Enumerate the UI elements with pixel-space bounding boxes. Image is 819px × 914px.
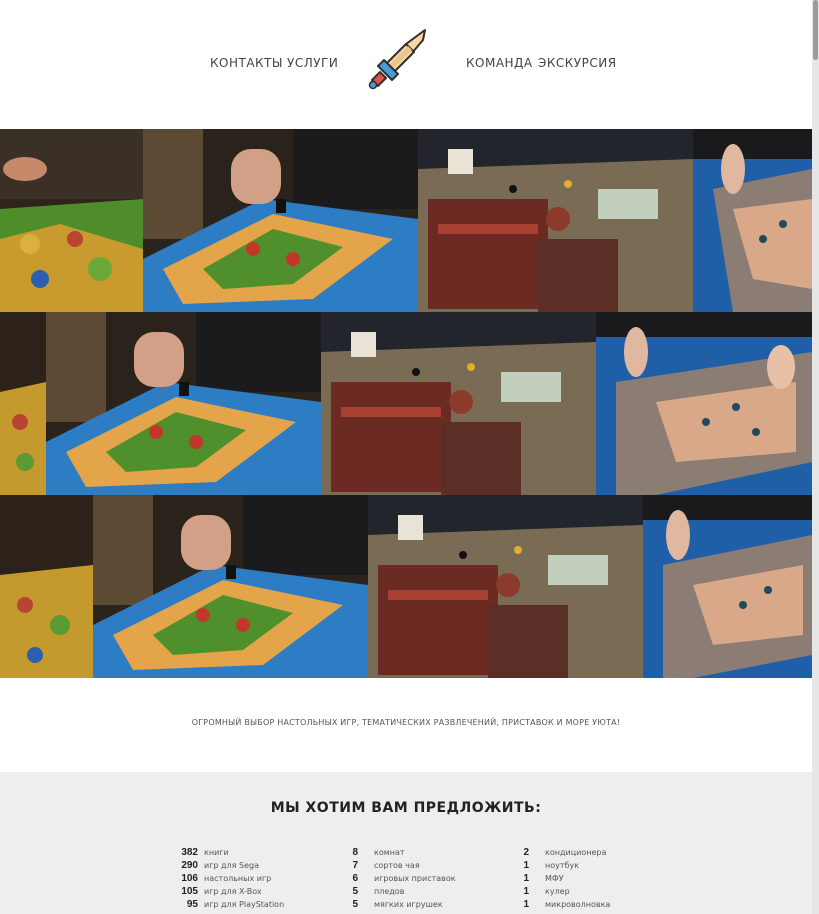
stat-item: 8 комнат (352, 847, 405, 858)
gallery-row (0, 129, 812, 312)
page-scrollbar[interactable] (812, 0, 819, 914)
board-game-table-photo[interactable] (321, 312, 596, 495)
board-game-table-photo[interactable] (368, 495, 643, 678)
miniatures-board-photo[interactable] (693, 129, 812, 312)
stat-item: 5 мягких игрушек (352, 899, 443, 910)
catan-board-photo[interactable] (0, 312, 46, 495)
catan-board-photo[interactable] (93, 495, 368, 678)
stats-column-3: 2 кондиционера 1 ноутбук 1 МФУ 1 кулер 1 микр… (518, 846, 610, 911)
miniatures-board-photo[interactable] (596, 312, 812, 495)
board-game-table-photo[interactable] (418, 129, 693, 312)
header-nav: КОНТАКТЫ УСЛУГИ КОМАНДА ЭКСКУРСИЯ (0, 0, 812, 128)
catan-board-photo[interactable] (0, 495, 93, 678)
stat-item: 7 сортов чая (352, 860, 420, 871)
stat-item: 290 игр для Sega (181, 860, 260, 871)
offer-title: МЫ ХОТИМ ВАМ ПРЕДЛОЖИТЬ: (270, 800, 542, 816)
gallery-row (0, 312, 812, 495)
photo-gallery (0, 129, 812, 678)
nav-link-services[interactable]: УСЛУГИ (287, 56, 338, 70)
stat-item: 382 книги (181, 847, 229, 858)
offer-section: МЫ ХОТИМ ВАМ ПРЕДЛОЖИТЬ: 382 книги 290 игр… (0, 772, 812, 914)
catan-board-photo[interactable] (0, 129, 143, 312)
nav-link-contacts[interactable]: КОНТАКТЫ (210, 56, 283, 70)
catan-board-photo[interactable] (143, 129, 418, 312)
stat-item: 2 кондиционера (523, 847, 607, 858)
stat-item: 1 микроволновка (523, 899, 611, 910)
stat-item: 106 настольных игр (181, 873, 272, 884)
tagline: ОГРОМНЫЙ ВЫБОР НАСТОЛЬНЫХ ИГР, ТЕМАТИЧЕС… (191, 718, 621, 727)
nav-link-excursion[interactable]: ЭКСКУРСИЯ (538, 56, 617, 70)
catan-board-photo[interactable] (46, 312, 321, 495)
stat-item: 1 МФУ (523, 873, 564, 884)
gallery-row (0, 495, 812, 678)
stats-column-1: 382 книги 290 игр для Sega 106 настольных и… (180, 846, 284, 911)
stat-item: 6 игровых приставок (352, 873, 456, 884)
stat-item: 1 ноутбук (523, 860, 580, 871)
scrollbar-thumb[interactable] (813, 0, 818, 60)
sword-icon[interactable] (368, 28, 430, 90)
stat-item: 5 пледов (352, 886, 405, 897)
stat-item: 105 игр для X-Box (181, 886, 262, 897)
nav-link-team[interactable]: КОМАНДА (466, 56, 533, 70)
stat-item: 1 кулер (523, 886, 570, 897)
stat-item: 95 игр для PlayStation (186, 899, 285, 910)
miniatures-board-photo[interactable] (643, 495, 812, 678)
stats-column-2: 8 комнат 7 сортов чая 6 игровых приставок 5… (347, 846, 456, 911)
